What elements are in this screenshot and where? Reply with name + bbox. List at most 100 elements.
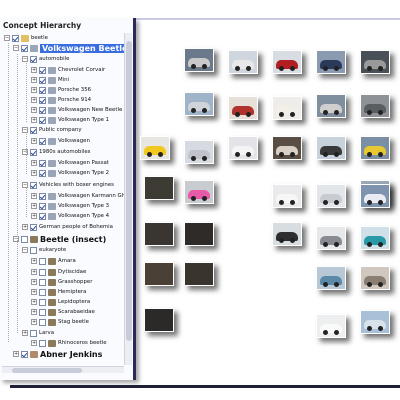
tree-item[interactable]: + Porsche 356	[31, 85, 91, 95]
tree-item-checkbox[interactable]	[30, 246, 37, 254]
tree-item[interactable]: − Public company	[22, 125, 82, 135]
tree-item[interactable]: − Volkswagen Beetle	[13, 43, 124, 53]
image-thumbnail[interactable]	[272, 136, 302, 160]
expand-icon[interactable]: +	[31, 87, 37, 93]
image-thumbnail[interactable]	[360, 226, 390, 250]
image-thumbnail[interactable]	[144, 262, 174, 286]
image-thumbnail[interactable]	[316, 94, 346, 118]
collapse-icon[interactable]: −	[13, 236, 19, 242]
tree-item-checkbox[interactable]	[39, 66, 46, 74]
collapse-icon[interactable]: −	[22, 247, 28, 253]
tree-item-checkbox[interactable]	[21, 350, 28, 358]
tree-item[interactable]: + Volkswagen Passat	[31, 158, 109, 168]
image-thumbnail[interactable]	[360, 266, 390, 290]
expand-icon[interactable]: +	[31, 269, 37, 275]
expand-icon[interactable]: +	[31, 213, 37, 219]
tree-item[interactable]: − 1980s automobiles	[22, 147, 90, 157]
expand-icon[interactable]: +	[31, 258, 37, 264]
tree-item-checkbox[interactable]	[39, 257, 46, 265]
image-thumbnail[interactable]	[316, 50, 346, 74]
tree-item-checkbox[interactable]	[12, 34, 19, 42]
image-thumbnail[interactable]	[144, 176, 174, 200]
image-thumbnail[interactable]	[316, 266, 346, 290]
tree-item-checkbox[interactable]	[39, 159, 46, 167]
tree-item-checkbox[interactable]	[39, 106, 46, 114]
tree-item-checkbox[interactable]	[39, 308, 46, 316]
tree-item[interactable]: + Larva	[22, 328, 54, 338]
tree-item[interactable]: + Lepidoptera	[31, 297, 90, 307]
vertical-scrollbar[interactable]	[124, 33, 132, 365]
image-thumbnail[interactable]	[184, 262, 214, 286]
tree-item-checkbox[interactable]	[30, 126, 37, 134]
tree-item-checkbox[interactable]	[39, 96, 46, 104]
tree-item-checkbox[interactable]	[39, 86, 46, 94]
tree-item-checkbox[interactable]	[39, 169, 46, 177]
horizontal-scrollbar-thumb[interactable]	[12, 368, 82, 373]
expand-icon[interactable]: +	[31, 279, 37, 285]
tree-item[interactable]: − Vehicles with boxer engines	[22, 180, 114, 190]
tree-item[interactable]: + Porsche 914	[31, 95, 91, 105]
tree-item[interactable]: + Volkswagen Type 4	[31, 211, 109, 221]
tree-item-checkbox[interactable]	[39, 202, 46, 210]
image-thumbnail[interactable]	[184, 48, 214, 72]
collapse-icon[interactable]: −	[22, 149, 28, 155]
tree-item-checkbox[interactable]	[30, 55, 37, 63]
tree-item-checkbox[interactable]	[39, 318, 46, 326]
expand-icon[interactable]: +	[31, 340, 37, 346]
collapse-icon[interactable]: −	[13, 45, 19, 51]
tree-item[interactable]: + Stag beetle	[31, 317, 89, 327]
collapse-icon[interactable]: −	[22, 182, 28, 188]
image-thumbnail[interactable]	[184, 92, 214, 116]
tree-item[interactable]: + Grasshopper	[31, 277, 92, 287]
tree-item[interactable]: + German people of Bohemia	[22, 222, 113, 232]
tree-item-checkbox[interactable]	[39, 192, 46, 200]
image-thumbnail[interactable]	[228, 96, 258, 120]
expand-icon[interactable]: +	[31, 138, 37, 144]
tree-item-checkbox[interactable]	[30, 181, 37, 189]
tree-item[interactable]: + Rhinoceros beetle	[31, 338, 107, 348]
expand-icon[interactable]: +	[31, 193, 37, 199]
tree-item[interactable]: + Volkswagen Type 2	[31, 168, 109, 178]
image-thumbnail[interactable]	[316, 314, 346, 338]
image-thumbnail[interactable]	[144, 222, 174, 246]
tree-item-checkbox[interactable]	[21, 235, 28, 243]
expand-icon[interactable]: +	[31, 107, 37, 113]
tree-item[interactable]: − Beetle (insect)	[13, 234, 106, 244]
tree-item[interactable]: − beetle	[4, 33, 48, 43]
image-thumbnail[interactable]	[144, 308, 174, 332]
expand-icon[interactable]: +	[31, 97, 37, 103]
image-thumbnail[interactable]	[360, 50, 390, 74]
tree-item-checkbox[interactable]	[39, 116, 46, 124]
tree-item[interactable]: + Abner Jenkins	[13, 349, 102, 359]
collapse-icon[interactable]: −	[22, 56, 28, 62]
tree-item-checkbox[interactable]	[30, 148, 37, 156]
image-thumbnail[interactable]	[272, 184, 302, 208]
expand-icon[interactable]: +	[22, 330, 28, 336]
expand-icon[interactable]: +	[31, 160, 37, 166]
collapse-icon[interactable]: −	[4, 35, 10, 41]
expand-icon[interactable]: +	[31, 319, 37, 325]
tree-item[interactable]: − eukaryote	[22, 245, 66, 255]
image-thumbnail[interactable]	[360, 94, 390, 118]
image-thumbnail[interactable]	[184, 180, 214, 204]
expand-icon[interactable]: +	[31, 170, 37, 176]
tree-item-checkbox[interactable]	[39, 76, 46, 84]
expand-icon[interactable]: +	[31, 289, 37, 295]
tree-item-checkbox[interactable]	[39, 298, 46, 306]
expand-icon[interactable]: +	[22, 224, 28, 230]
tree-item-checkbox[interactable]	[39, 278, 46, 286]
image-thumbnail[interactable]	[360, 136, 390, 160]
expand-icon[interactable]: +	[31, 67, 37, 73]
image-thumbnail[interactable]	[360, 184, 390, 208]
image-thumbnail[interactable]	[316, 184, 346, 208]
tree-item[interactable]: + Volkswagen Type 3	[31, 201, 109, 211]
tree-item-checkbox[interactable]	[30, 329, 37, 337]
image-thumbnail[interactable]	[316, 136, 346, 160]
expand-icon[interactable]: +	[31, 77, 37, 83]
tree-item-checkbox[interactable]	[39, 339, 46, 347]
collapse-icon[interactable]: −	[22, 127, 28, 133]
tree-item-checkbox[interactable]	[39, 268, 46, 276]
expand-icon[interactable]: +	[13, 351, 19, 357]
tree-item-checkbox[interactable]	[39, 288, 46, 296]
image-thumbnail[interactable]	[272, 96, 302, 120]
